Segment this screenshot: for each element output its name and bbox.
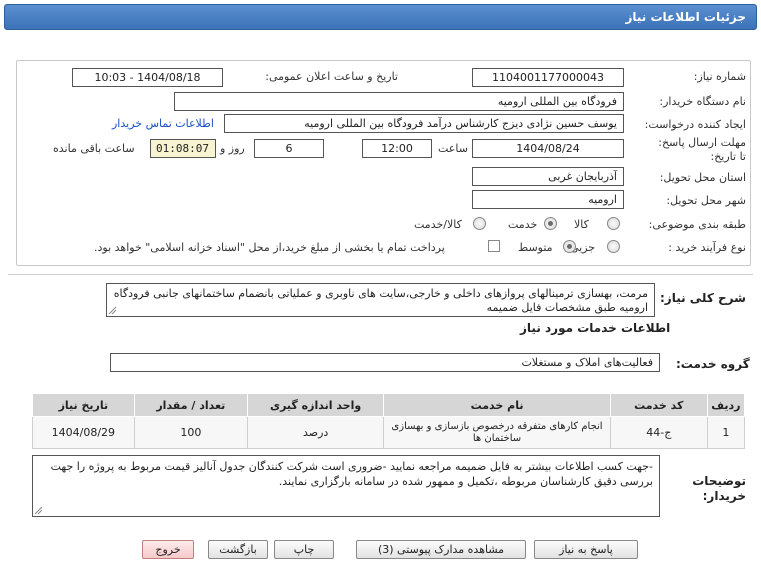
deadline-label: مهلت ارسال پاسخ: تا تاریخ:: [658, 136, 746, 163]
process-option-medium: متوسط: [518, 241, 553, 254]
province-field[interactable]: آذربایجان غربی: [472, 167, 624, 186]
window-title: جزئیات اطلاعات نیاز: [4, 4, 757, 30]
reply-to-need-button[interactable]: پاسخ به نیاز: [534, 540, 638, 559]
table-header-row: ردیف کد خدمت نام خدمت واحد اندازه گیری ت…: [32, 393, 746, 417]
services-section-title: اطلاعات خدمات مورد نیاز: [520, 321, 671, 335]
process-type-label: نوع فرآیند خرید :: [668, 241, 746, 254]
need-number-label: شماره نیاز:: [693, 70, 746, 83]
province-label: استان محل تحویل:: [659, 171, 746, 184]
cell-unit: درصد: [246, 416, 385, 449]
process-radio-minor[interactable]: [607, 240, 620, 253]
resize-handle-icon[interactable]: [34, 506, 43, 515]
table-row[interactable]: 1 ج-44 انجام کارهای متفرقه درخصوص بازساز…: [32, 416, 746, 449]
need-info-panel: [16, 60, 751, 266]
buyer-notes-label: توضیحات خریدار:: [692, 474, 746, 503]
back-button[interactable]: بازگشت: [208, 540, 268, 559]
cell-service-name: انجام کارهای متفرقه درخصوص بازسازی و بهس…: [383, 416, 611, 449]
need-number-field[interactable]: 1104001177000043: [472, 68, 624, 87]
treasury-payment-note: پرداخت تمام یا بخشی از مبلغ خرید،از محل …: [94, 241, 445, 254]
deadline-time-field[interactable]: 12:00: [362, 139, 432, 158]
cell-row-number: 1: [706, 416, 746, 449]
category-radio-goods-service[interactable]: [473, 217, 486, 230]
resize-handle-icon[interactable]: [108, 306, 117, 315]
summary-label: شرح کلی نیاز:: [660, 291, 746, 305]
col-row-number: ردیف: [706, 393, 746, 417]
section-divider: [8, 274, 753, 275]
creator-field[interactable]: یوسف حسین نژادی دیزج کارشناس درآمد فرودگ…: [224, 114, 624, 133]
deadline-time-label: ساعت: [438, 142, 468, 155]
col-need-date: تاریخ نیاز: [32, 393, 135, 417]
announce-datetime-label: تاریخ و ساعت اعلان عمومی:: [265, 70, 398, 83]
category-option-goods-service: کالا/خدمت: [414, 218, 462, 231]
buyer-org-field[interactable]: فرودگاه بین المللی ارومیه: [174, 92, 624, 111]
col-unit: واحد اندازه گیری: [246, 393, 385, 417]
category-option-goods: کالا: [574, 218, 589, 231]
view-attachments-button[interactable]: مشاهده مدارک پیوستی (3): [356, 540, 526, 559]
category-radio-goods[interactable]: [607, 217, 620, 230]
service-group-field[interactable]: فعالیت‌های املاک و مستغلات: [110, 353, 660, 372]
service-group-label: گروه خدمت:: [676, 357, 750, 371]
city-label: شهر محل تحویل:: [666, 194, 746, 207]
cell-need-date: 1404/08/29: [32, 416, 135, 449]
process-radio-medium[interactable]: [563, 240, 576, 253]
remaining-days-field[interactable]: 6: [254, 139, 324, 158]
buyer-contact-link[interactable]: اطلاعات تماس خریدار: [112, 117, 214, 130]
treasury-payment-checkbox[interactable]: [488, 240, 500, 252]
cell-quantity: 100: [133, 416, 248, 449]
cell-service-code: ج-44: [609, 416, 708, 449]
col-service-code: کد خدمت: [609, 393, 708, 417]
category-radio-service[interactable]: [544, 217, 557, 230]
deadline-date-field[interactable]: 1404/08/24: [472, 139, 624, 158]
summary-textarea[interactable]: مرمت، بهسازی ترمینالهای پروازهای داخلی و…: [106, 283, 655, 317]
print-button[interactable]: چاپ: [274, 540, 334, 559]
services-table: ردیف کد خدمت نام خدمت واحد اندازه گیری ت…: [32, 393, 746, 449]
col-quantity: تعداد / مقدار: [133, 393, 248, 417]
buyer-org-label: نام دستگاه خریدار:: [659, 95, 746, 108]
remaining-time-timer: 01:08:07: [150, 139, 216, 158]
category-option-service: خدمت: [508, 218, 538, 231]
remaining-days-label: روز و: [220, 142, 245, 155]
category-label: طبقه بندی موضوعی:: [648, 218, 746, 231]
remaining-time-label: ساعت باقی مانده: [53, 142, 135, 155]
city-field[interactable]: ارومیه: [472, 190, 624, 209]
creator-label: ایجاد کننده درخواست:: [644, 118, 746, 131]
col-service-name: نام خدمت: [383, 393, 611, 417]
exit-button[interactable]: خروج: [142, 540, 194, 559]
announce-datetime-field[interactable]: 1404/08/18 - 10:03: [72, 68, 223, 87]
buyer-notes-textarea[interactable]: -جهت کسب اطلاعات بیشتر به فایل ضمیمه مرا…: [32, 455, 660, 517]
